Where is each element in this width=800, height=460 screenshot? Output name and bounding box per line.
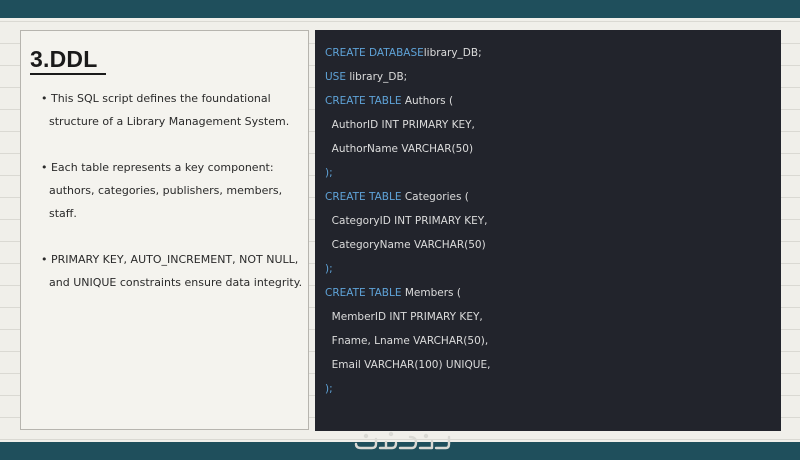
code-text: Email VARCHAR(100) UNIQUE, — [325, 359, 491, 371]
code-punctuation: ); — [325, 383, 333, 395]
code-line: CategoryName VARCHAR(50) — [325, 233, 490, 257]
code-line: CREATE TABLE Authors ( — [325, 89, 490, 113]
code-text: MemberID INT PRIMARY KEY, — [325, 311, 483, 323]
code-lines: CREATE DATABASElibrary_DB; USE library_D… — [325, 41, 490, 401]
sql-keyword: CREATE TABLE — [325, 287, 402, 299]
sql-keyword: USE — [325, 71, 346, 83]
code-line: AuthorName VARCHAR(50) — [325, 137, 490, 161]
code-line: Email VARCHAR(100) UNIQUE, — [325, 353, 491, 377]
code-line: AuthorID INT PRIMARY KEY, — [325, 113, 490, 137]
code-text: CategoryID INT PRIMARY KEY, — [325, 215, 488, 227]
code-text: Categories ( — [401, 191, 469, 203]
bullet-item: • PRIMARY KEY, AUTO_INCREMENT, NOT NULL,… — [41, 253, 303, 289]
sql-keyword: CREATE TABLE — [325, 95, 402, 107]
code-block: CREATE DATABASElibrary_DB; USE library_D… — [315, 30, 781, 431]
sql-keyword: CREATE DATABASE — [325, 47, 424, 59]
code-text: library_DB; — [346, 71, 408, 83]
title-underline — [30, 73, 106, 75]
sql-keyword: CREATE TABLE — [325, 191, 402, 203]
bullet-list: • This SQL script defines the foundation… — [41, 87, 303, 294]
top-frame-bar — [0, 0, 800, 18]
bullet-item: • Each table represents a key component:… — [41, 161, 283, 220]
code-text: library_DB; — [423, 47, 482, 59]
code-line: USE library_DB; — [325, 65, 490, 89]
code-line: CREATE TABLE Categories ( — [325, 185, 490, 209]
code-line: ); — [325, 161, 490, 185]
bullet-item: • This SQL script defines the foundation… — [41, 92, 290, 128]
code-text: CategoryName VARCHAR(50) — [325, 239, 486, 251]
code-line: ); — [325, 377, 490, 401]
code-punctuation: ); — [325, 167, 333, 179]
code-text: AuthorName VARCHAR(50) — [325, 143, 474, 155]
code-text: AuthorID INT PRIMARY KEY, — [325, 119, 475, 131]
code-punctuation: ); — [325, 263, 333, 275]
code-text: Fname, Lname VARCHAR(50), — [325, 335, 489, 347]
slide-title: 3.DDL — [30, 46, 98, 72]
code-line: CREATE DATABASElibrary_DB; — [325, 41, 490, 65]
code-line: ); — [325, 257, 490, 281]
code-text: Members ( — [401, 287, 461, 299]
code-line: CREATE TABLE Members ( — [325, 281, 490, 305]
code-text: Authors ( — [401, 95, 454, 107]
description-panel: 3.DDL • This SQL script defines the foun… — [20, 30, 309, 430]
code-line: MemberID INT PRIMARY KEY, — [325, 305, 490, 329]
code-line: CategoryID INT PRIMARY KEY, — [325, 209, 490, 233]
code-line: Fname, Lname VARCHAR(50), — [325, 329, 490, 353]
watermark-logo-icon — [354, 431, 451, 450]
